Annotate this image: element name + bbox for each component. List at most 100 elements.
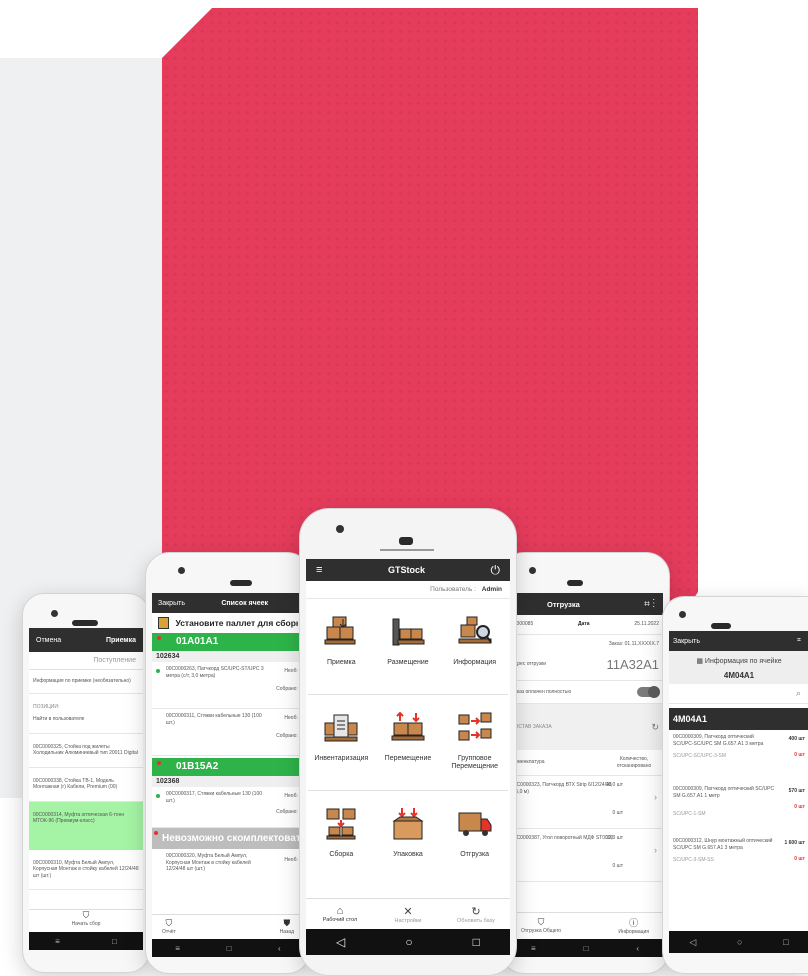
search-input[interactable]: Найти в пользователе <box>29 712 143 734</box>
back-nav-icon[interactable]: ‹ <box>278 944 281 953</box>
android-nav-bar: ≡ □ <box>29 932 143 950</box>
col-quantity: Количество, отсканировано <box>616 756 652 769</box>
refresh-icon: ↻ <box>471 905 481 918</box>
cell-header[interactable]: 01В15А2 <box>152 758 304 776</box>
refresh-icon[interactable]: ↻ <box>651 722 659 733</box>
home-icon: ⌂ <box>336 905 344 917</box>
list-item[interactable]: 00С0000309, Патчкорд оптический SC/UPC-S… <box>669 730 808 782</box>
menu-nav-icon[interactable]: ≡ <box>175 944 180 953</box>
report-button[interactable]: ⛉ Отчёт <box>162 918 176 936</box>
list-item[interactable]: 00С0000325, Стойка под жилеты Холодильни… <box>29 734 143 768</box>
back-nav-icon[interactable]: ◁ <box>689 937 696 948</box>
phone-main-menu: ≡ GTStock ⏻ Пользователь : Admin Приемка… <box>299 508 517 976</box>
user-name: Admin <box>481 586 502 593</box>
chevron-right-icon: › <box>654 792 657 802</box>
back-button[interactable]: ⛊ Назад <box>280 918 294 936</box>
info-button[interactable]: ⓘ Информация <box>618 916 649 936</box>
tile-placement[interactable]: Размещение <box>374 599 442 695</box>
search-icon[interactable]: ⌕ <box>669 684 808 704</box>
packing-icon <box>392 808 424 840</box>
list-item[interactable]: 00С0000320, Муфта Белый Ампул, Корпусная… <box>152 849 304 887</box>
scan-icon[interactable]: ⌗ <box>797 637 801 645</box>
camera-icon <box>178 567 185 574</box>
ship-all-button[interactable]: ⛉ Отгрузка Общего <box>521 917 561 935</box>
tile-packing[interactable]: Упаковка <box>375 791 442 887</box>
home-nav-icon[interactable]: ○ <box>405 935 412 949</box>
list-item[interactable]: 00С0000309, Патчкорд оптический SC/UPC S… <box>669 782 808 834</box>
phone-cell-info: Закрыть ⌗ ▦ Информация по ячейке 4М04А1 … <box>662 596 808 974</box>
back-nav-icon[interactable]: ‹ <box>636 944 639 953</box>
nav-settings[interactable]: ✕ Настройки <box>378 905 438 924</box>
home-nav-icon[interactable]: □ <box>112 937 117 946</box>
shipment-cell: 11А32А1 <box>606 657 659 672</box>
android-nav-bar: ≡ □ ‹ <box>152 939 304 957</box>
group-transfer-icon <box>458 712 492 741</box>
start-collect-button[interactable]: Начать сбор <box>29 921 143 928</box>
cell-header[interactable]: 01А01А1 <box>152 633 304 651</box>
earpiece <box>380 549 434 551</box>
app-title: GTStock <box>387 565 425 575</box>
screen-title: Список ячеек <box>221 599 268 607</box>
home-nav-icon[interactable]: ○ <box>737 937 742 947</box>
nav-desktop[interactable]: ⌂ Рабочий стол <box>310 905 370 923</box>
list-item[interactable]: 00С0000323, Патчкорд ВТХ Strip 6/12/24/4… <box>507 776 663 829</box>
close-button[interactable]: Закрыть <box>158 600 185 607</box>
list-item[interactable]: 00С0000311, Стяжки кабельные 130 (100 шт… <box>152 709 304 756</box>
home-nav-icon[interactable]: □ <box>584 944 589 953</box>
power-icon[interactable]: ⏻ <box>491 563 501 578</box>
list-item[interactable]: 00С0000338, Стойка ТВ-1, Модель Монтажна… <box>29 768 143 802</box>
back-nav-icon[interactable]: ◁ <box>336 935 345 949</box>
list-item[interactable]: 00С0000387, Угол поворотный МДФ ST0000 1… <box>507 829 663 882</box>
order-number: 102368 <box>152 776 304 787</box>
screen-title: Информация по ячейке <box>704 658 782 665</box>
date-label: Дата <box>578 621 590 627</box>
menu-nav-icon[interactable]: ≡ <box>531 944 536 953</box>
menu-grid: Приемка Размещение Информация Инвентариз… <box>306 599 510 887</box>
menu-nav-icon[interactable]: ≡ <box>55 937 60 946</box>
android-nav-bar: ◁ ○ □ <box>669 931 808 953</box>
date-value: 25.11.2022 <box>634 621 659 627</box>
android-nav-bar: ≡ □ ‹ <box>507 939 663 957</box>
list-item-selected[interactable]: 00С0000314, Муфта оптическая 6-тонн МТОК… <box>29 801 143 850</box>
tile-transfer[interactable]: Перемещение <box>374 695 442 791</box>
user-label: Пользователь : <box>430 586 476 593</box>
order-label: Заказ: 01.11.XXXXX.7 <box>608 640 659 647</box>
information-icon <box>458 616 492 644</box>
truck-icon <box>458 812 492 836</box>
paid-switch-label: Заказ оплачен полностью <box>511 688 572 695</box>
address-label: Адрес отгрузки <box>511 661 546 668</box>
nav-update-base[interactable]: ↻ Обновить базу <box>446 905 506 924</box>
placement-icon <box>392 618 425 646</box>
section-title: ПОЗИЦИИ: <box>33 703 60 710</box>
tile-receiving[interactable]: Приемка <box>308 599 375 695</box>
order-section-title: СОСТАВ ЗАКАЗА <box>511 723 552 730</box>
recents-nav-icon[interactable]: □ <box>473 935 480 949</box>
receipt-info-input[interactable]: Информация по приемке (необязательно) <box>29 670 143 694</box>
list-item[interactable]: 00С0000310, Муфта Белый Ампул, Корпусная… <box>29 850 143 890</box>
inventory-icon <box>324 714 358 742</box>
speaker-icon <box>567 580 583 586</box>
failed-section-header: Невозможно скомплектовать <box>152 828 304 849</box>
close-button[interactable]: Закрыть <box>673 638 700 645</box>
phone-cell-list: Закрыть Список ячеек Установите паллет д… <box>145 552 311 974</box>
tile-group-transfer[interactable]: Групповое Перемещение <box>441 695 508 791</box>
recents-nav-icon[interactable]: □ <box>783 937 788 947</box>
transfer-icon <box>391 711 425 741</box>
back-icon: ⛊ <box>283 918 291 929</box>
tile-inventory[interactable]: Инвентаризация <box>308 695 375 791</box>
list-item[interactable]: 00С0000263, Патчкорд SC/UPC-ST/UPC 3 мет… <box>152 662 304 709</box>
tile-information[interactable]: Информация <box>441 599 508 695</box>
tile-shipment[interactable]: Отгрузка <box>441 791 508 887</box>
collect-icon: ⛉ <box>82 910 90 920</box>
cancel-button[interactable]: Отмена <box>36 637 61 644</box>
home-nav-icon[interactable]: □ <box>227 944 232 953</box>
pallet-icon <box>158 617 170 629</box>
tile-assembly[interactable]: Сборка <box>308 791 375 887</box>
list-item[interactable]: 00С0000317, Стяжки кабельные 130 (100 шт… <box>152 787 304 828</box>
paid-switch[interactable] <box>637 686 660 698</box>
list-item[interactable]: 00С0000312, Шнур монтажный оптический SC… <box>669 834 808 882</box>
screen-title: Отгрузка <box>547 599 580 609</box>
scan-icon[interactable]: ⌗ ⋮ <box>644 599 655 610</box>
subtitle: Поступление <box>29 652 143 670</box>
hamburger-menu-icon[interactable]: ≡ <box>316 564 322 576</box>
